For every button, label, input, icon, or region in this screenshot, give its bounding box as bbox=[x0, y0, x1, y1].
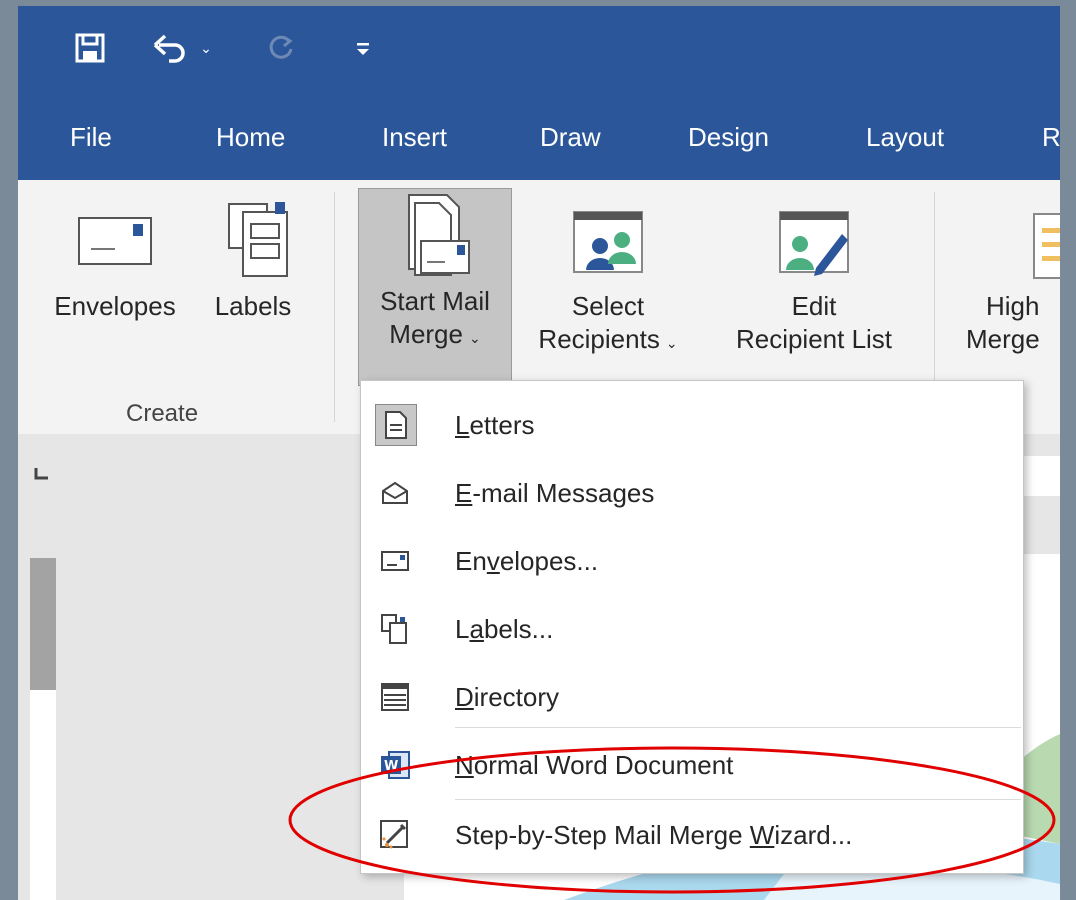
menu-item-normal-word-document[interactable]: W Normal Word Document bbox=[361, 731, 1023, 799]
chevron-down-icon: ⌄ bbox=[665, 335, 678, 352]
menu-item-label: Letters bbox=[455, 409, 535, 440]
wizard-icon bbox=[375, 815, 415, 855]
menu-item-letters[interactable]: Letters bbox=[361, 391, 1023, 459]
labels-button[interactable]: Labels bbox=[198, 190, 308, 323]
menu-item-label: Normal Word Document bbox=[455, 749, 734, 780]
redo-icon[interactable] bbox=[262, 28, 302, 68]
tab-design[interactable]: Design bbox=[688, 122, 769, 153]
envelope-icon bbox=[375, 541, 415, 581]
edit-recipient-list-icon bbox=[779, 211, 849, 276]
highlight-merge-fields-button[interactable]: High Merge bbox=[962, 190, 1060, 356]
email-icon bbox=[375, 473, 415, 513]
envelope-icon bbox=[78, 217, 152, 265]
labels-label: Labels bbox=[214, 291, 292, 321]
start-mail-merge-line2-wrap: Merge ⌄ bbox=[389, 318, 480, 351]
tab-insert[interactable]: Insert bbox=[382, 122, 447, 153]
tab-selector-icon[interactable] bbox=[30, 460, 56, 486]
envelopes-label: Envelopes bbox=[54, 291, 176, 321]
undo-icon[interactable] bbox=[150, 28, 190, 68]
start-mail-merge-line2: Merge bbox=[389, 319, 463, 350]
edit-recipient-list-line2: Recipient List bbox=[735, 324, 893, 355]
ribbon-tabs: File Home Insert Draw Design Layout R bbox=[18, 100, 1060, 180]
tab-file[interactable]: File bbox=[70, 122, 112, 153]
menu-item-label: Directory bbox=[455, 681, 560, 712]
menu-item-labels[interactable]: Labels... bbox=[361, 595, 1023, 663]
group-separator bbox=[334, 192, 335, 422]
vertical-ruler-margin bbox=[30, 558, 56, 690]
svg-text:W: W bbox=[384, 759, 398, 774]
menu-item-label: Labels... bbox=[455, 613, 554, 644]
edit-recipient-list-line1: Edit bbox=[791, 291, 837, 321]
start-mail-merge-button[interactable]: Start Mail Merge ⌄ bbox=[358, 188, 512, 386]
letters-icon bbox=[375, 404, 417, 446]
menu-separator bbox=[455, 799, 1021, 800]
tab-references[interactable]: R bbox=[1042, 122, 1060, 153]
labels-icon bbox=[228, 202, 288, 277]
select-recipients-icon bbox=[573, 211, 643, 273]
word-window: ⌄ File Home Insert Draw Design Layout R … bbox=[18, 6, 1060, 900]
chevron-down-icon: ⌄ bbox=[468, 330, 481, 347]
highlight-merge-fields-icon bbox=[1033, 213, 1060, 279]
menu-item-email-messages[interactable]: E-mail Messages bbox=[361, 459, 1023, 527]
menu-item-label: Step-by-Step Mail Merge Wizard... bbox=[455, 819, 853, 850]
select-recipients-line1: Select bbox=[571, 291, 645, 321]
select-recipients-line2-wrap: Recipients ⌄ bbox=[538, 323, 677, 356]
envelopes-button[interactable]: Envelopes bbox=[40, 190, 190, 323]
tab-layout[interactable]: Layout bbox=[866, 122, 944, 153]
highlight-merge-fields-line2: Merge bbox=[966, 324, 1040, 355]
start-mail-merge-icon bbox=[408, 194, 470, 276]
select-recipients-line2: Recipients bbox=[538, 324, 660, 355]
menu-item-label: Envelopes... bbox=[455, 545, 599, 576]
tab-draw[interactable]: Draw bbox=[540, 122, 601, 153]
undo-dropdown-chevron-icon[interactable]: ⌄ bbox=[196, 28, 216, 68]
menu-item-mail-merge-wizard[interactable]: Step-by-Step Mail Merge Wizard... bbox=[361, 801, 1023, 869]
title-bar: ⌄ bbox=[18, 6, 1060, 100]
directory-icon bbox=[375, 677, 415, 717]
highlight-merge-fields-line1: High bbox=[986, 291, 1040, 321]
start-mail-merge-line1: Start Mail bbox=[380, 286, 490, 316]
menu-item-directory[interactable]: Directory bbox=[361, 663, 1023, 731]
select-recipients-button[interactable]: Select Recipients ⌄ bbox=[518, 190, 698, 356]
start-mail-merge-menu: Letters E-mail Messages Envelopes... Lab… bbox=[360, 380, 1024, 874]
menu-separator bbox=[455, 727, 1021, 728]
customize-qat-icon[interactable] bbox=[348, 28, 378, 68]
create-group-label: Create bbox=[126, 400, 199, 427]
word-icon: W bbox=[375, 745, 415, 785]
save-icon[interactable] bbox=[70, 28, 110, 68]
menu-item-envelopes[interactable]: Envelopes... bbox=[361, 527, 1023, 595]
tab-home[interactable]: Home bbox=[216, 122, 285, 153]
edit-recipient-list-button[interactable]: Edit Recipient List bbox=[714, 190, 914, 356]
menu-item-label: E-mail Messages bbox=[455, 477, 655, 508]
labels-icon bbox=[375, 609, 415, 649]
